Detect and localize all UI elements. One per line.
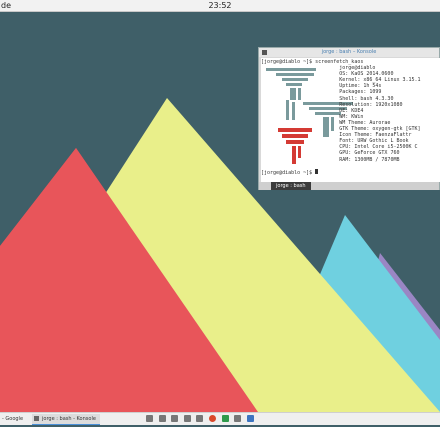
terminal-line: Resolution: 1920x1080 xyxy=(261,101,403,108)
chrome-icon[interactable] xyxy=(208,415,216,422)
terminal-output: [jorge@diablo ~]$ screenfetch_kaos jorge… xyxy=(261,59,421,176)
terminal-prompt[interactable]: [jorge@diablo ~]$ xyxy=(261,170,315,176)
konsole-tab-bar: jorge : bash xyxy=(259,182,439,190)
terminal-line: GTK Theme: oxygen-gtk [GTK] xyxy=(261,126,421,133)
terminal-line: Icon Theme: FaenzaFlattr xyxy=(261,132,412,139)
document-icon[interactable] xyxy=(158,415,166,422)
taskbar-task-label: jorge : bash - Konsole xyxy=(42,416,96,422)
terminal-line: Kernel: x86_64 Linux 3.15.1 xyxy=(261,77,421,84)
terminal-line: [jorge@diablo ~]$ screenfetch_kaos xyxy=(261,59,364,65)
screen-icon[interactable] xyxy=(246,415,254,422)
terminal-line: Uptime: 1h 54s xyxy=(261,83,382,90)
folder-icon[interactable] xyxy=(146,415,153,422)
terminal-line: WM: KWin xyxy=(261,113,364,120)
terminal-line: OS: KaOS 2014.0600 xyxy=(261,71,394,78)
network-icon[interactable] xyxy=(221,415,229,422)
window-titlebar[interactable]: jorge : bash – Konsole xyxy=(259,48,439,57)
terminal-line: DE: KDE4 xyxy=(261,107,364,114)
taskbar: - Google jorge : bash - Konsole xyxy=(0,412,440,425)
terminal-line: WM Theme: Aurorae xyxy=(261,119,391,126)
terminal-cursor xyxy=(315,168,319,174)
terminal-line: Packages: 1099 xyxy=(261,89,382,96)
music-icon[interactable] xyxy=(183,415,191,422)
terminal-line: Shell: bash 4.3.30 xyxy=(261,95,394,102)
konsole-window[interactable]: jorge : bash – Konsole [jorge@diablo ~]$… xyxy=(258,47,440,190)
terminal-line: jorge@diablo xyxy=(261,65,376,72)
system-tray xyxy=(146,415,258,427)
window-title: jorge : bash – Konsole xyxy=(321,49,377,55)
terminal-icon xyxy=(262,50,267,55)
top-panel: de 23:52 xyxy=(0,0,440,12)
terminal-line: CPU: Intel Core i5-2500K C xyxy=(261,144,418,151)
konsole-tab[interactable]: jorge : bash xyxy=(271,182,311,190)
phone-icon[interactable] xyxy=(171,415,179,422)
terminal-line: GPU: GeForce GTX 760 xyxy=(261,150,400,157)
konsole-icon xyxy=(34,416,39,421)
taskbar-search-label[interactable]: - Google xyxy=(2,413,23,425)
save-icon[interactable] xyxy=(196,415,204,422)
taskbar-task-konsole[interactable]: jorge : bash - Konsole xyxy=(32,414,100,425)
terminal-line: Font: URW Gothic L Book xyxy=(261,138,409,145)
terminal-area[interactable]: [jorge@diablo ~]$ screenfetch_kaos jorge… xyxy=(261,58,440,182)
terminal-line: RAM: 1300MB / 7870MB xyxy=(261,156,400,163)
display-icon[interactable] xyxy=(234,415,242,422)
clock[interactable]: 23:52 xyxy=(0,0,440,11)
